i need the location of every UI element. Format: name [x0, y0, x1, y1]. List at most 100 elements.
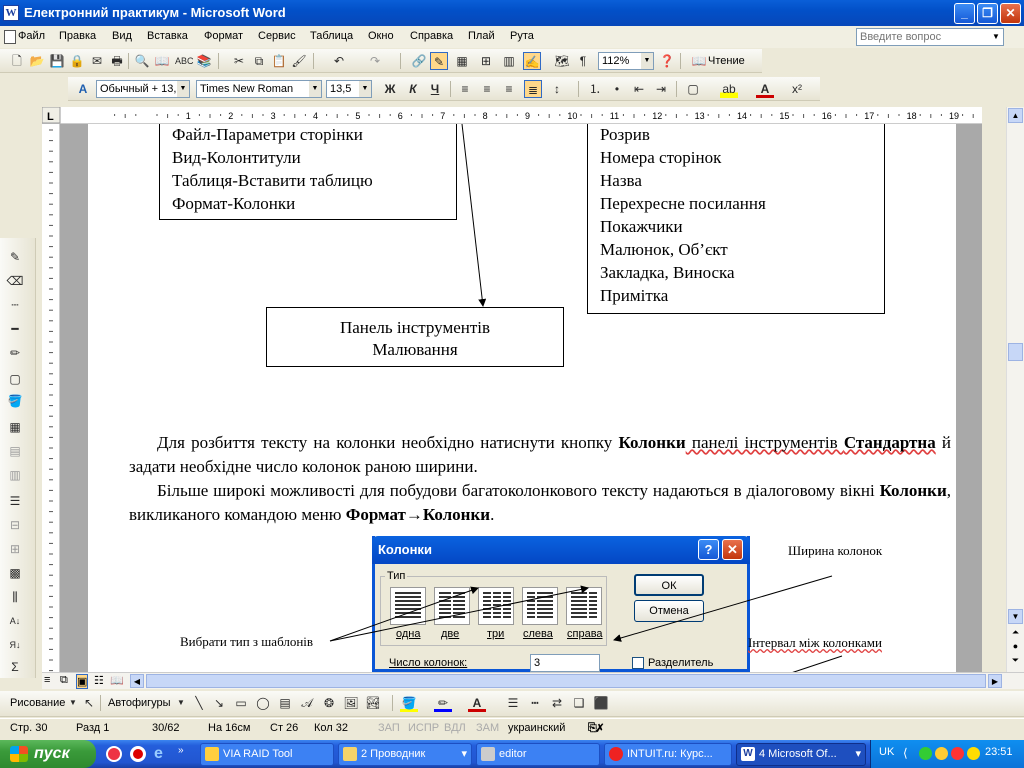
oval-icon[interactable]: ◯ — [254, 694, 272, 712]
autosum-icon[interactable]: Σ — [6, 658, 24, 676]
tray-app-icon[interactable] — [967, 747, 980, 760]
save-icon[interactable]: 💾 — [48, 52, 66, 70]
restore-button[interactable]: ❐ — [977, 3, 998, 24]
draw-table-icon[interactable]: ✎ — [6, 248, 24, 266]
close-button[interactable]: ✕ — [1000, 3, 1021, 24]
text-direction-icon[interactable]: ⫼ — [6, 588, 24, 606]
more-quicklaunch-icon[interactable]: » — [178, 745, 184, 756]
arrow-icon[interactable]: ↘ — [210, 694, 228, 712]
drawing-icon[interactable]: ✍ — [523, 52, 541, 70]
line-style-icon[interactable]: ┄ — [6, 296, 24, 314]
title-bar[interactable]: W Електронний практикум - Microsoft Word… — [0, 0, 1024, 26]
normal-view-icon[interactable]: ≡ — [44, 674, 50, 686]
tables-borders-icon[interactable]: ✎ — [430, 52, 448, 70]
read-mode-label[interactable]: Чтение — [708, 55, 745, 67]
eraser-icon[interactable]: ⌫ — [6, 272, 24, 290]
bold-icon[interactable]: Ж — [381, 80, 399, 98]
distribute-rows-icon[interactable]: ⊟ — [6, 516, 24, 534]
copy-icon[interactable]: ⧉ — [250, 52, 268, 70]
arrow-style-icon[interactable]: ⇄ — [548, 694, 566, 712]
tray-network-icon[interactable] — [919, 747, 932, 760]
outline-view-icon[interactable]: ☷ — [94, 674, 104, 687]
autoshapes-menu[interactable]: Автофигуры — [108, 697, 171, 709]
cut-icon[interactable]: ✂ — [230, 52, 248, 70]
menu-view[interactable]: Вид — [112, 30, 132, 42]
columns-icon[interactable]: ▥ — [500, 52, 518, 70]
merge-cells-icon[interactable]: ▤ — [6, 442, 24, 460]
menu-help[interactable]: Справка — [410, 30, 453, 42]
menu-format[interactable]: Формат — [204, 30, 243, 42]
task-via-raid[interactable]: VIA RAID Tool — [200, 743, 334, 766]
research-icon[interactable]: 📖 — [153, 52, 171, 70]
picture-icon[interactable]: 🏞 — [364, 694, 382, 712]
reading-view-icon[interactable]: 📖 — [110, 674, 124, 687]
next-page-icon[interactable]: ⏷ — [1008, 655, 1023, 669]
distribute-columns-icon[interactable]: ⊞ — [6, 540, 24, 558]
show-hide-icon[interactable]: ¶ — [574, 52, 592, 70]
menu-window[interactable]: Окно — [368, 30, 394, 42]
dash-style-icon[interactable]: ┅ — [526, 694, 544, 712]
outside-border-icon[interactable]: ▢ — [6, 370, 24, 388]
word-app-icon[interactable]: W — [3, 5, 19, 21]
textbox-icon[interactable]: ▤ — [276, 694, 294, 712]
clock[interactable]: 23:51 — [985, 746, 1013, 758]
scroll-right-icon[interactable]: ▶ — [988, 674, 1002, 688]
undo-icon[interactable]: ↶ — [330, 52, 348, 70]
font-color-icon[interactable]: A — [756, 80, 774, 98]
styles-icon[interactable]: A — [74, 80, 92, 98]
line-color-icon[interactable]: ✏ — [434, 694, 452, 712]
border-color-icon[interactable]: ✏ — [6, 344, 24, 362]
open-icon[interactable]: 📂 — [28, 52, 46, 70]
zoom-select[interactable]: 112% ▼ — [598, 52, 654, 70]
wordart-icon[interactable]: 𝒜 — [298, 694, 316, 712]
borders-icon[interactable]: ▢ — [684, 80, 702, 98]
font-color-icon[interactable]: A — [468, 694, 486, 712]
underline-icon[interactable]: Ч — [426, 80, 444, 98]
ie-icon[interactable]: e — [154, 745, 163, 763]
menu-ruta[interactable]: Рута — [510, 30, 534, 42]
italic-icon[interactable]: К — [404, 80, 422, 98]
menu-table[interactable]: Таблица — [310, 30, 353, 42]
new-document-icon[interactable]: 🗋 — [8, 52, 26, 70]
minimize-button[interactable]: _ — [954, 3, 975, 24]
task-editor[interactable]: editor — [476, 743, 600, 766]
fill-color-icon[interactable]: 🪣 — [400, 694, 418, 712]
tray-shield-icon[interactable] — [935, 747, 948, 760]
line-icon[interactable]: ╲ — [190, 694, 208, 712]
language-indicator[interactable]: UK — [879, 746, 894, 758]
increase-indent-icon[interactable]: ⇥ — [652, 80, 670, 98]
hscroll-thumb[interactable] — [146, 674, 986, 688]
line-weight-icon[interactable]: ━ — [6, 320, 24, 338]
select-objects-icon[interactable]: ↖ — [80, 694, 98, 712]
rectangle-icon[interactable]: ▭ — [232, 694, 250, 712]
line-spacing-icon[interactable]: ↕ — [548, 80, 566, 98]
status-ext[interactable]: ВДЛ — [444, 722, 466, 734]
sort-descending-icon[interactable]: Я↓ — [6, 636, 24, 654]
diagram-icon[interactable]: ❂ — [320, 694, 338, 712]
chevron-down-icon[interactable]: ▼ — [172, 694, 190, 712]
scroll-down-icon[interactable]: ▼ — [1008, 609, 1023, 624]
spelling-icon[interactable]: ABC — [175, 52, 194, 70]
opera-quicklaunch-icon[interactable] — [106, 746, 122, 762]
research-book-icon[interactable]: 📚 — [195, 52, 213, 70]
line-style-icon[interactable]: ☰ — [504, 694, 522, 712]
insert-excel-icon[interactable]: ⊞ — [477, 52, 495, 70]
numbering-icon[interactable]: ⒈ — [586, 80, 604, 98]
print-layout-icon[interactable]: ▣ — [76, 674, 89, 689]
help-icon[interactable]: ❓ — [658, 52, 676, 70]
tray-arrow-icon[interactable]: ⟨ — [903, 746, 908, 760]
format-painter-icon[interactable]: 🖌 — [290, 52, 308, 70]
ask-dropdown-icon[interactable]: ▼ — [992, 30, 1002, 44]
align-center-icon[interactable]: ≡ — [478, 80, 496, 98]
spelling-status-icon[interactable]: ⎘✗ — [588, 722, 603, 735]
shadow-icon[interactable]: ❑ — [570, 694, 588, 712]
justify-icon[interactable]: ≣ — [524, 80, 542, 98]
shading-icon[interactable]: 🪣 — [6, 392, 24, 410]
sort-ascending-icon[interactable]: А↓ — [6, 612, 24, 630]
status-trk[interactable]: ИСПР — [408, 722, 439, 734]
highlight-icon[interactable]: ab — [720, 80, 738, 98]
read-mode-icon[interactable]: 📖 — [690, 52, 708, 70]
task-explorer[interactable]: 2 Проводник ▾ — [338, 743, 472, 766]
hyperlink-icon[interactable]: 🔗 — [410, 52, 428, 70]
align-cell-icon[interactable]: ☰ — [6, 492, 24, 510]
